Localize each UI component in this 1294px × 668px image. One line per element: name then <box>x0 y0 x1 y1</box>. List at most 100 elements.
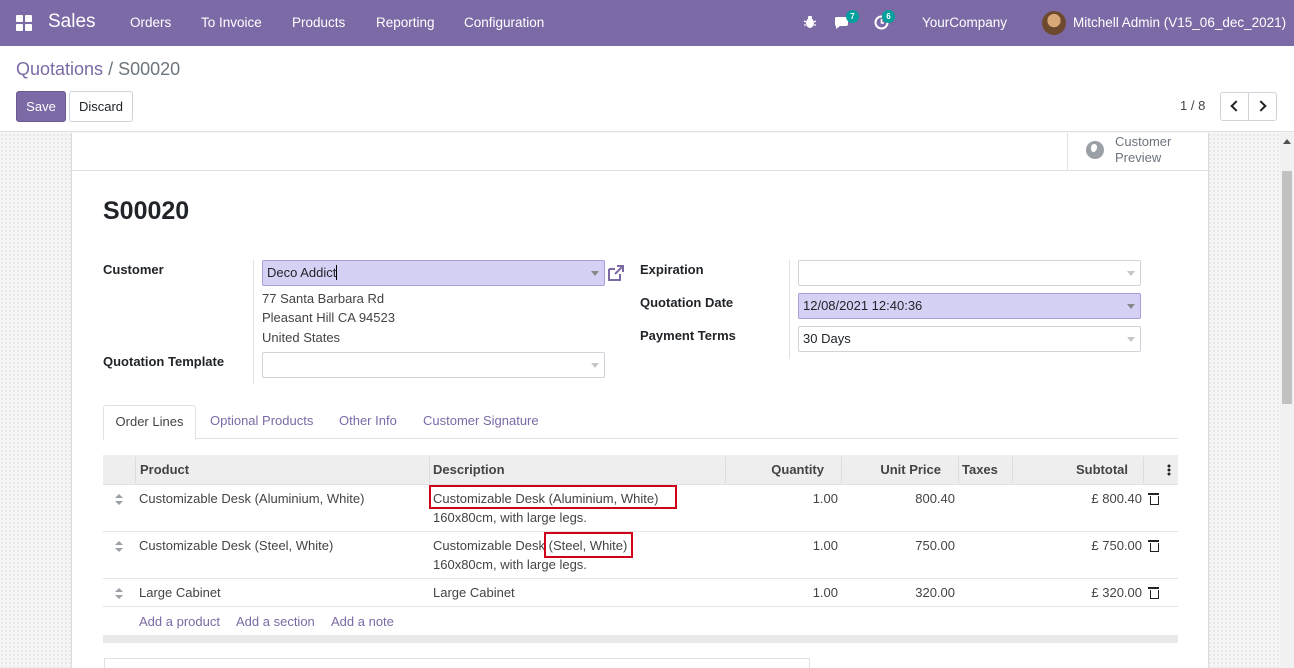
table-row[interactable]: Customizable Desk (Aluminium, White) Cus… <box>103 485 1178 532</box>
tab-order-lines[interactable]: Order Lines <box>103 405 196 440</box>
user-avatar[interactable] <box>1042 11 1066 35</box>
highlight-box <box>544 532 633 558</box>
add-product-link[interactable]: Add a product <box>139 614 220 629</box>
row-subtotal: £ 320.00 <box>1091 585 1142 600</box>
breadcrumb-separator: / <box>108 59 114 79</box>
top-navbar: Sales Orders To Invoice Products Reporti… <box>0 0 1294 46</box>
row-unit-price: 750.00 <box>915 538 955 553</box>
menu-products[interactable]: Products <box>292 15 345 30</box>
breadcrumb-current: S00020 <box>118 59 181 79</box>
globe-icon <box>1086 141 1104 159</box>
save-button[interactable]: Save <box>16 91 66 122</box>
pager-next-button[interactable] <box>1248 92 1277 121</box>
menu-configuration[interactable]: Configuration <box>464 15 544 30</box>
pager-value[interactable]: 1 / 8 <box>1180 98 1205 113</box>
row-description-line1: Large Cabinet <box>433 585 515 600</box>
debug-bug-icon[interactable] <box>803 15 817 29</box>
row-description-line2: 160x80cm, with large legs. <box>433 510 587 525</box>
app-name[interactable]: Sales <box>48 11 96 33</box>
trash-icon[interactable] <box>1148 540 1159 552</box>
quotation-date-label: Quotation Date <box>640 295 734 310</box>
menu-orders[interactable]: Orders <box>130 15 171 30</box>
breadcrumb-quotations[interactable]: Quotations <box>16 59 103 79</box>
scroll-up-icon[interactable] <box>1283 139 1291 144</box>
trash-icon[interactable] <box>1148 493 1159 505</box>
drag-handle-icon[interactable] <box>115 588 123 600</box>
column-unit-price[interactable]: Unit Price <box>880 455 941 485</box>
breadcrumb: Quotations / S00020 <box>16 59 180 80</box>
column-product[interactable]: Product <box>140 455 189 485</box>
customer-label: Customer <box>103 262 164 277</box>
pager-previous-button[interactable] <box>1220 92 1249 121</box>
customer-input[interactable]: Deco Addict <box>262 260 605 286</box>
activities-badge: 6 <box>882 10 895 23</box>
add-note-link[interactable]: Add a note <box>331 614 394 629</box>
chevron-down-icon <box>1127 337 1135 342</box>
menu-to-invoice[interactable]: To Invoice <box>201 15 262 30</box>
control-panel: Quotations / S00020 Save Discard 1 / 8 <box>0 46 1294 132</box>
highlight-box <box>429 485 677 509</box>
column-quantity[interactable]: Quantity <box>771 455 824 485</box>
discard-button[interactable]: Discard <box>69 91 133 122</box>
address-line-1: 77 Santa Barbara Rd <box>262 291 385 306</box>
row-quantity: 1.00 <box>812 538 838 553</box>
scrollbar-thumb[interactable] <box>1282 171 1292 404</box>
drag-handle-icon[interactable] <box>115 541 123 553</box>
drag-handle-icon[interactable] <box>115 494 123 506</box>
address-line-3: United States <box>262 330 341 345</box>
column-taxes[interactable]: Taxes <box>962 455 998 485</box>
messages-badge: 7 <box>846 10 859 23</box>
tab-other-info[interactable]: Other Info <box>339 405 397 439</box>
tab-customer-signature[interactable]: Customer Signature <box>423 405 539 439</box>
chevron-left-icon <box>1230 100 1242 112</box>
customer-preview-button[interactable]: Customer Preview <box>1067 133 1208 171</box>
button-box: Customer Preview <box>72 133 1208 171</box>
payment-terms-label: Payment Terms <box>640 328 736 343</box>
customer-preview-label: Customer Preview <box>1115 134 1172 165</box>
table-row[interactable]: Large Cabinet Large Cabinet 1.00 320.00 … <box>103 579 1178 607</box>
row-product: Customizable Desk (Steel, White) <box>139 538 334 553</box>
tab-optional-products[interactable]: Optional Products <box>210 405 313 439</box>
row-quantity: 1.00 <box>812 585 838 600</box>
row-product: Customizable Desk (Aluminium, White) <box>139 491 365 506</box>
company-switcher[interactable]: YourCompany <box>922 15 1007 30</box>
chevron-down-icon <box>1127 304 1135 309</box>
expiration-label: Expiration <box>640 262 704 277</box>
row-quantity: 1.00 <box>812 491 838 506</box>
chevron-right-icon <box>1255 100 1267 112</box>
order-lines-header: Product Description Quantity Unit Price … <box>103 455 1178 485</box>
row-product: Large Cabinet <box>139 585 221 600</box>
terms-note-field[interactable] <box>104 658 810 668</box>
menu-reporting[interactable]: Reporting <box>376 15 435 30</box>
table-row[interactable]: Customizable Desk (Steel, White) Customi… <box>103 532 1178 579</box>
quotation-template-input[interactable] <box>262 352 605 378</box>
table-footer <box>103 635 1178 643</box>
left-group-divider <box>253 260 254 384</box>
form-sheet: Customer Preview S00020 Customer Deco Ad… <box>71 133 1209 668</box>
external-link-icon[interactable] <box>606 263 626 283</box>
trash-icon[interactable] <box>1148 587 1159 599</box>
user-menu[interactable]: Mitchell Admin (V15_06_dec_2021) <box>1073 15 1286 30</box>
chevron-down-icon <box>591 363 599 368</box>
row-subtotal: £ 800.40 <box>1091 491 1142 506</box>
address-line-2: Pleasant Hill CA 94523 <box>262 310 395 325</box>
expiration-input[interactable] <box>798 260 1141 286</box>
right-group-divider <box>789 260 790 359</box>
payment-terms-select[interactable]: 30 Days <box>798 326 1141 352</box>
row-description-line2: 160x80cm, with large legs. <box>433 557 587 572</box>
apps-menu-icon[interactable] <box>16 15 32 31</box>
chevron-down-icon <box>591 271 599 276</box>
add-section-link[interactable]: Add a section <box>236 614 315 629</box>
column-subtotal[interactable]: Subtotal <box>1076 455 1128 485</box>
optional-columns-icon[interactable] <box>1167 464 1171 476</box>
scrollbar[interactable] <box>1280 133 1294 668</box>
chevron-down-icon <box>1127 271 1135 276</box>
row-unit-price: 320.00 <box>915 585 955 600</box>
column-description[interactable]: Description <box>433 455 505 485</box>
row-unit-price: 800.40 <box>915 491 955 506</box>
notebook-tabs: Order Lines Optional Products Other Info… <box>103 405 1178 440</box>
quotation-template-label: Quotation Template <box>103 354 225 369</box>
row-subtotal: £ 750.00 <box>1091 538 1142 553</box>
record-title: S00020 <box>103 197 190 225</box>
quotation-date-input[interactable]: 12/08/2021 12:40:36 <box>798 293 1141 319</box>
